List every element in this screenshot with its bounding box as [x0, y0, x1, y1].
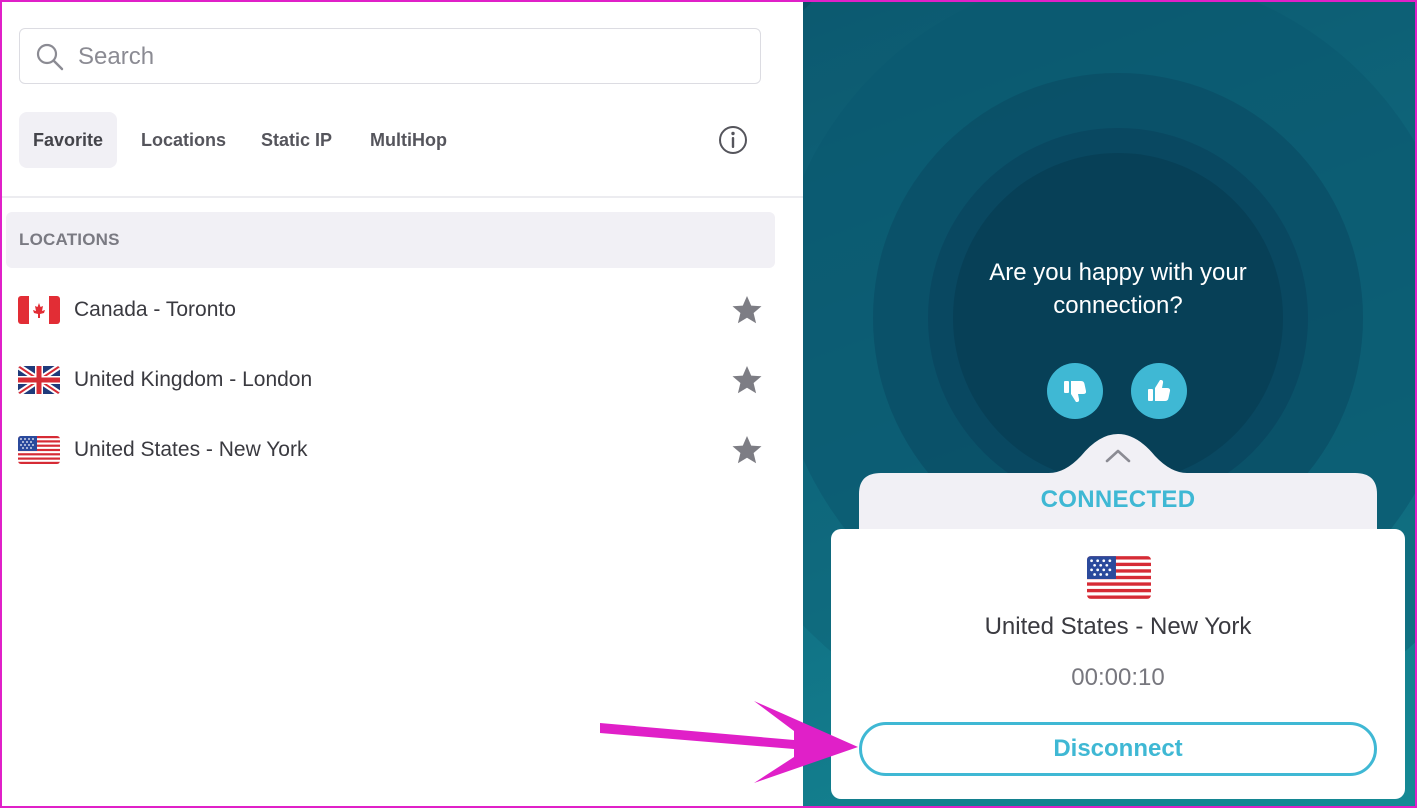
connection-status: CONNECTED	[1040, 486, 1196, 513]
location-name: United Kingdom - London	[74, 368, 313, 391]
tab-static-ip[interactable]: Static IP	[247, 112, 346, 168]
uk-flag-icon	[18, 366, 60, 394]
server-list-panel: Favorite Locations Static IP MultiHop LO…	[0, 0, 803, 808]
location-name: United States - New York	[74, 438, 308, 461]
annotation-arrow	[600, 701, 858, 783]
location-row-canada-toronto[interactable]: Canada - Toronto	[0, 280, 780, 340]
canada-flag-icon	[18, 296, 60, 324]
us-flag-icon	[1087, 556, 1151, 599]
chevron-up-icon[interactable]	[1103, 444, 1133, 468]
tab-locations[interactable]: Locations	[127, 112, 240, 168]
location-row-us-new-york[interactable]: United States - New York	[0, 420, 780, 480]
thumbs-down-icon	[1064, 381, 1087, 402]
thumbs-up-button[interactable]	[1131, 363, 1187, 419]
search-icon	[36, 43, 64, 71]
star-icon[interactable]	[731, 365, 763, 395]
connected-location: United States - New York	[984, 613, 1252, 640]
tab-favorite[interactable]: Favorite	[19, 112, 118, 168]
thumbs-up-icon	[1148, 380, 1171, 401]
connection-card: United States - New York 00:00:10 Discon…	[831, 529, 1405, 799]
thumbs-down-button[interactable]	[1047, 363, 1103, 419]
feedback-question: Are you happy with your connection?	[989, 259, 1247, 319]
search-input[interactable]	[78, 37, 738, 77]
location-name: Canada - Toronto	[74, 298, 236, 321]
star-icon[interactable]	[731, 295, 763, 325]
location-row-uk-london[interactable]: United Kingdom - London	[0, 350, 780, 410]
connection-timer: 00:00:10	[1071, 664, 1165, 691]
info-icon[interactable]	[717, 124, 749, 156]
disconnect-button[interactable]: Disconnect	[859, 722, 1377, 776]
section-header-locations: LOCATIONS	[6, 212, 775, 268]
search-box[interactable]	[19, 28, 761, 84]
divider	[0, 196, 803, 198]
tab-multihop[interactable]: MultiHop	[356, 112, 461, 168]
us-flag-icon	[18, 436, 60, 464]
star-icon[interactable]	[731, 435, 763, 465]
connection-panel: Are you happy with your connection? CONN…	[803, 0, 1417, 808]
